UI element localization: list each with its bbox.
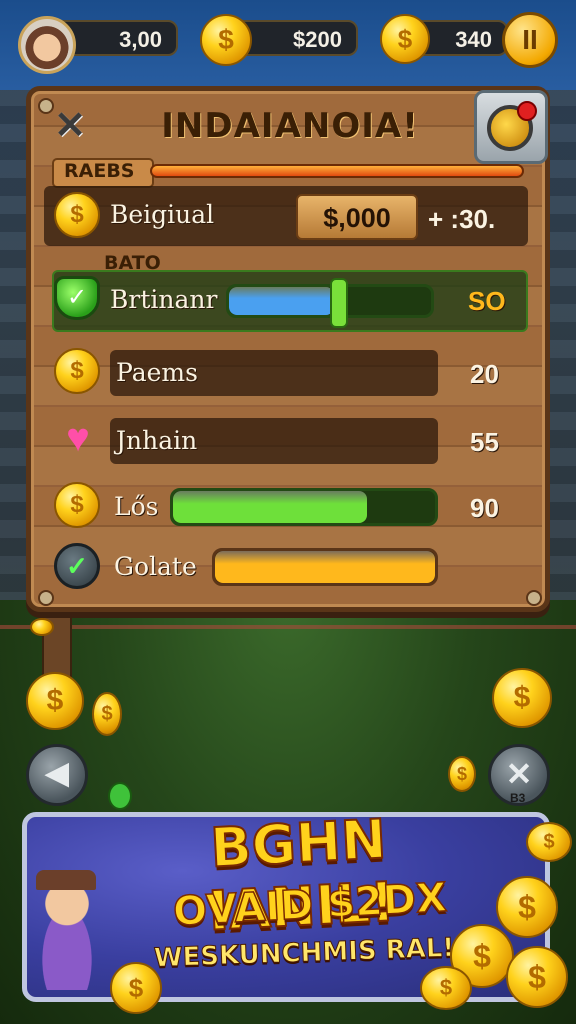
back-button[interactable]: ◀ [26,744,88,806]
row-value-3: 20 [470,359,499,389]
character-mascot [24,870,110,990]
coin-icon: $ [492,668,552,728]
button-label: B3 [510,791,526,805]
board-title: INDAIANOIA! [161,106,419,146]
row-label-4: Jnhain [116,426,198,455]
coin-icon: $ [92,692,122,736]
row-label-2: Brtinanr [110,285,218,314]
coin-icon: $ [380,14,430,64]
notification-dot [517,101,537,121]
coin-icon: $ [448,756,476,792]
coin-icon: $ [54,482,100,528]
row-label-3: Paems [116,358,198,387]
slider-handle[interactable] [330,278,348,328]
progress-track-6 [212,548,438,586]
player-coins-value: 3,00 [119,27,162,52]
gold-coin-icon: $ [200,14,252,66]
pause-button[interactable]: II [502,12,558,68]
bonus-text: + :30. [428,204,496,234]
progress-fill-6 [215,551,435,583]
amount-box[interactable]: $,000 [296,194,418,240]
coin-icon: $ [26,672,84,730]
gold-value: $200 [293,27,342,52]
check-icon: ✓ [54,543,100,589]
rivet [526,590,542,606]
row-label-1: Beigiual [110,200,215,229]
gem-icon [108,782,132,810]
row-label-5: Lős [114,492,159,521]
rivet [38,590,54,606]
row-value-2: SO [468,286,506,316]
coin-icon: $ [506,946,568,1008]
top-hud: 3,00 $200 $ 340 $ II [0,12,576,74]
row-value-5: 90 [470,493,499,523]
pause-icon: II [522,24,538,55]
header-progress-bar [150,164,524,178]
coin-icon: $ [54,348,100,394]
gems-value: 340 [455,27,492,52]
hat [36,870,96,890]
close-icon[interactable]: ✕ [48,104,92,148]
tools-icon: ✕ [505,756,533,792]
coin-icon [30,618,54,636]
coin-icon: $ [420,966,472,1010]
coin-icon: $ [110,962,162,1014]
row-value-4: 55 [470,427,499,457]
coin-icon: $ [54,192,100,238]
coin-icon: $ [526,822,572,862]
coin-icon: $ [496,876,558,938]
progress-fill-5 [173,491,367,523]
heart-icon: ♥ [66,416,90,460]
row-label-6: Golate [114,552,197,581]
player-avatar[interactable] [18,16,76,74]
field-line [0,625,576,629]
back-arrow-icon: ◀ [45,757,69,790]
progress-track-5 [170,488,438,526]
section-tag-1: RAEBS [64,160,135,182]
shield-icon: ✓ [54,276,100,320]
progress-fill-2 [229,287,335,315]
badge-button[interactable] [474,90,548,164]
